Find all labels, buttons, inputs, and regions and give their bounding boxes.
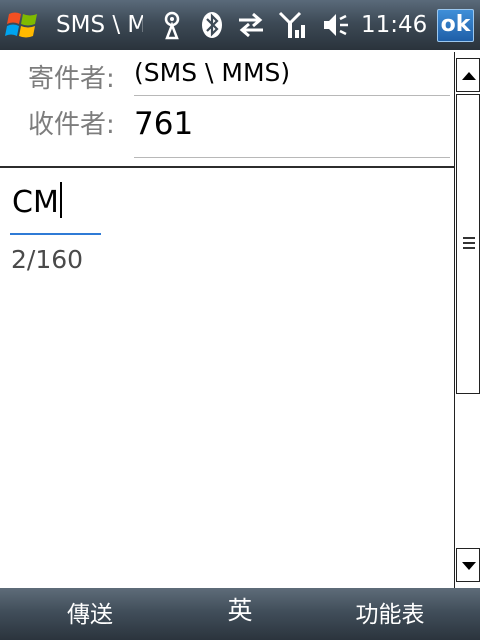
input-mode-button[interactable]: 英 bbox=[210, 588, 270, 640]
grip-line bbox=[463, 247, 475, 249]
connectivity-icon[interactable] bbox=[157, 10, 187, 40]
scroll-down-button[interactable] bbox=[456, 548, 480, 582]
data-transfer-icon[interactable] bbox=[236, 10, 266, 40]
status-bar: SMS \ MMS 11:46 ok bbox=[0, 0, 480, 50]
arrow-up-icon bbox=[462, 72, 476, 80]
from-label: 寄件者: bbox=[28, 64, 115, 94]
vertical-scrollbar[interactable] bbox=[454, 52, 480, 588]
scroll-thumb[interactable] bbox=[456, 94, 480, 394]
menu-softkey[interactable]: 功能表 bbox=[340, 588, 440, 640]
windows-start-icon[interactable] bbox=[3, 6, 43, 44]
message-underline bbox=[10, 233, 101, 235]
scroll-up-button[interactable] bbox=[456, 58, 480, 92]
grip-line bbox=[463, 242, 475, 244]
ok-button[interactable]: ok bbox=[437, 9, 474, 42]
signal-strength-icon[interactable] bbox=[278, 10, 308, 40]
send-softkey[interactable]: 傳送 bbox=[40, 588, 140, 640]
bluetooth-icon[interactable] bbox=[197, 10, 227, 40]
message-text: CM bbox=[12, 185, 59, 220]
app-title: SMS \ MMS bbox=[56, 12, 143, 38]
softkey-bar: 傳送 英 功能表 bbox=[0, 588, 480, 640]
from-field[interactable]: (SMS \ MMS) bbox=[134, 58, 450, 96]
message-body-input[interactable]: CM bbox=[12, 182, 62, 220]
grip-line bbox=[463, 237, 475, 239]
character-counter: 2/160 bbox=[11, 245, 84, 274]
to-field[interactable]: 761 bbox=[134, 104, 450, 158]
text-caret bbox=[59, 182, 62, 218]
arrow-down-icon bbox=[462, 562, 476, 570]
header-divider bbox=[0, 166, 454, 168]
clock[interactable]: 11:46 bbox=[361, 0, 427, 50]
to-label: 收件者: bbox=[28, 110, 115, 140]
speaker-icon[interactable] bbox=[320, 10, 350, 40]
